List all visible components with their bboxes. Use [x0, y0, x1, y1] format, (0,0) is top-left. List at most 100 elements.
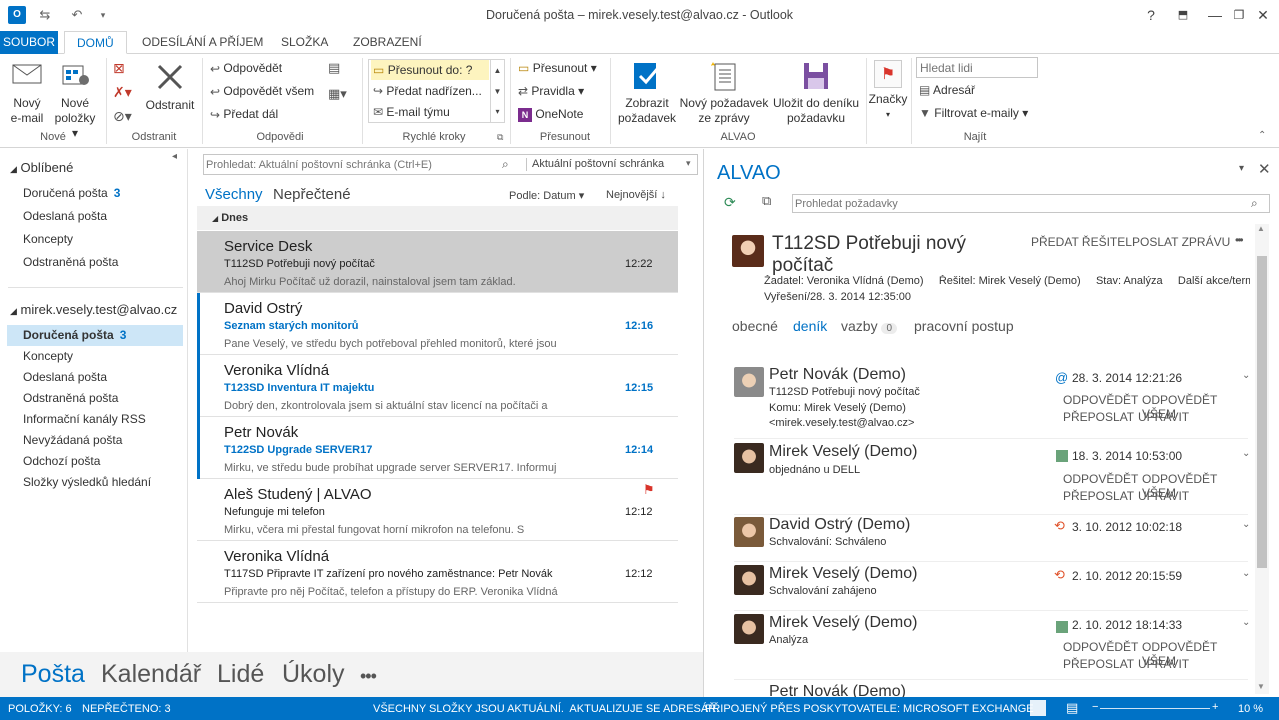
folder-item[interactable]: Nevyžádaná pošta: [0, 430, 183, 451]
close-button[interactable]: ✕: [1252, 4, 1274, 26]
chevron-down-icon[interactable]: ▾: [686, 158, 691, 169]
expand-icon[interactable]: ⌄: [1242, 448, 1250, 459]
quick-steps-more[interactable]: ▾: [490, 102, 504, 122]
tab-links[interactable]: vazby 0: [841, 318, 898, 334]
tab-home[interactable]: DOMŮ: [64, 31, 127, 54]
edit-action[interactable]: UPRAVIT: [1138, 489, 1189, 503]
scroll-down-arrow[interactable]: ▼: [1257, 682, 1265, 691]
new-email-button[interactable]: Nový e-mail: [6, 62, 48, 126]
forward-to-solver-button[interactable]: PŘEDAT ŘEŠITELI: [1031, 235, 1135, 249]
cleanup-icon[interactable]: ✗▾: [113, 84, 132, 101]
tab-folder[interactable]: SLOŽKA: [269, 31, 340, 54]
filter-unread[interactable]: Nepřečtené: [273, 186, 351, 203]
mail-search-input[interactable]: [206, 156, 496, 173]
log-entry[interactable]: Mirek Veselý (Demo) Schvalování zahájeno…: [734, 563, 1250, 611]
log-entry[interactable]: Mirek Veselý (Demo) objednáno u DELL 18.…: [734, 443, 1250, 515]
zoom-in-icon[interactable]: +: [1212, 701, 1218, 713]
favorite-item[interactable]: Koncepty: [0, 228, 183, 251]
new-request-button[interactable]: Nový požadavek ze zprávy: [678, 60, 770, 126]
list-item[interactable]: Veronika Vlídná T123SD Inventura IT maje…: [197, 355, 678, 417]
quick-step-manager[interactable]: ↪ Předat nadřízen...: [373, 81, 482, 101]
filter-email-button[interactable]: ▼ Filtrovat e-maily ▾: [919, 103, 1028, 123]
folder-item[interactable]: Koncepty: [0, 346, 183, 367]
reply-button[interactable]: ↩ Odpovědět: [210, 58, 282, 78]
log-entry[interactable]: David Ostrý (Demo) Schvalování: Schválen…: [734, 514, 1250, 562]
quick-step-team[interactable]: ✉ E-mail týmu: [373, 102, 450, 122]
help-button[interactable]: ?: [1140, 4, 1162, 26]
rules-button[interactable]: ⇄ Pravidla ▾: [518, 81, 584, 101]
pane-close-icon[interactable]: ✕: [1258, 160, 1271, 178]
expand-icon[interactable]: ⌄: [1242, 568, 1250, 579]
quick-step-move[interactable]: ▭ Přesunout do: ?: [371, 60, 489, 80]
move-button[interactable]: ▭ Přesunout ▾: [518, 58, 597, 78]
tags-button[interactable]: ⚑ Značky ▾: [867, 60, 909, 122]
flag-icon[interactable]: ⚑: [643, 482, 655, 498]
zoom-slider[interactable]: [1100, 708, 1210, 709]
folder-item[interactable]: Informační kanály RSS: [0, 409, 183, 430]
reply-action[interactable]: ODPOVĚDĚT: [1063, 472, 1138, 486]
expand-icon[interactable]: ⌄: [1242, 617, 1250, 628]
collapse-ribbon-icon[interactable]: ⌃: [1258, 130, 1266, 141]
expand-icon[interactable]: ⌄: [1242, 370, 1250, 381]
module-calendar[interactable]: Kalendář: [101, 660, 201, 689]
open-window-icon[interactable]: ⧉: [762, 193, 771, 209]
delete-button[interactable]: Odstranit: [142, 62, 198, 113]
module-more[interactable]: •••: [360, 666, 377, 687]
quick-steps-scroll-up[interactable]: ▲: [490, 60, 504, 81]
favorites-header[interactable]: ◢ Oblíbené: [10, 160, 73, 175]
more-actions-button[interactable]: •••: [1235, 233, 1243, 247]
zoom-level[interactable]: 10 %: [1238, 703, 1263, 715]
zoom-out-icon[interactable]: −: [1092, 701, 1098, 713]
address-book-button[interactable]: ▤ Adresář: [919, 80, 975, 100]
forward-button[interactable]: ↪ Předat dál: [210, 104, 278, 124]
tab-file[interactable]: SOUBOR: [0, 31, 58, 54]
tab-view[interactable]: ZOBRAZENÍ: [341, 31, 434, 54]
request-search-input[interactable]: [795, 196, 1235, 211]
reply-action[interactable]: ODPOVĚDĚT: [1063, 640, 1138, 654]
search-people-input[interactable]: [916, 57, 1038, 78]
list-item[interactable]: Aleš Studený | ALVAO Nefunguje mi telefo…: [197, 479, 678, 541]
log-entry-partial[interactable]: Petr Novák (Demo): [734, 683, 1248, 697]
show-request-button[interactable]: Zobrazit požadavek: [614, 60, 680, 126]
search-icon[interactable]: ⌕: [1251, 196, 1258, 211]
forward-action[interactable]: PŘEPOSLAT: [1063, 410, 1134, 424]
forward-action[interactable]: PŘEPOSLAT: [1063, 657, 1134, 671]
pane-menu-icon[interactable]: ▾: [1239, 163, 1244, 174]
collapse-folder-pane-icon[interactable]: ◂: [172, 151, 177, 162]
edit-action[interactable]: UPRAVIT: [1138, 410, 1189, 424]
reading-view-icon[interactable]: ▤: [1066, 700, 1078, 716]
filter-all[interactable]: Všechny: [205, 186, 263, 203]
tab-send-receive[interactable]: ODESÍLÁNÍ A PŘÍJEM: [130, 31, 275, 54]
module-mail[interactable]: Pošta: [21, 660, 85, 689]
maximize-button[interactable]: ❐: [1228, 4, 1250, 26]
pane-scrollbar[interactable]: ▲ ▼: [1255, 224, 1269, 694]
expand-icon[interactable]: ⌄: [1242, 519, 1250, 530]
folder-item[interactable]: Odstraněná pošta: [0, 388, 183, 409]
folder-item[interactable]: Odeslaná pošta: [0, 367, 183, 388]
refresh-icon[interactable]: ⟳: [724, 194, 736, 211]
new-items-button[interactable]: Nové položky ▾: [52, 62, 98, 141]
more-replies-icon[interactable]: ▦▾: [328, 86, 347, 102]
junk-icon[interactable]: ⊘▾: [113, 108, 132, 125]
onenote-button[interactable]: N OneNote: [518, 104, 583, 124]
folder-item[interactable]: Odchozí pošta: [0, 451, 183, 472]
ignore-icon[interactable]: ⊠: [113, 60, 125, 77]
tab-log[interactable]: deník: [793, 318, 827, 334]
quick-steps-scroll-down[interactable]: ▼: [490, 81, 504, 102]
meeting-reply-icon[interactable]: ▤: [328, 60, 340, 76]
search-scope-dropdown[interactable]: Aktuální poštovní schránka: [532, 158, 664, 170]
forward-action[interactable]: PŘEPOSLAT: [1063, 489, 1134, 503]
log-entry[interactable]: Petr Novák (Demo) T112SD Potřebuji nový …: [734, 365, 1250, 439]
ribbon-display-options-icon[interactable]: ⬒: [1172, 4, 1194, 26]
scroll-up-arrow[interactable]: ▲: [1257, 224, 1265, 233]
list-item[interactable]: Service Desk T112SD Potřebuji nový počít…: [197, 231, 678, 293]
reply-all-button[interactable]: ↩ Odpovědět všem: [210, 81, 314, 101]
group-header-today[interactable]: ◢ Dnes: [197, 206, 678, 230]
account-header[interactable]: ◢ mirek.vesely.test@alvao.cz: [10, 302, 177, 317]
normal-view-icon[interactable]: [1030, 700, 1046, 716]
folder-item[interactable]: Složky výsledků hledání: [0, 472, 183, 493]
favorite-item[interactable]: Doručená pošta 3: [0, 182, 183, 205]
favorite-item[interactable]: Odstraněná pošta: [0, 251, 183, 274]
tab-general[interactable]: obecné: [732, 318, 778, 334]
log-entry[interactable]: Mirek Veselý (Demo) Analýza 2. 10. 2012 …: [734, 612, 1250, 680]
